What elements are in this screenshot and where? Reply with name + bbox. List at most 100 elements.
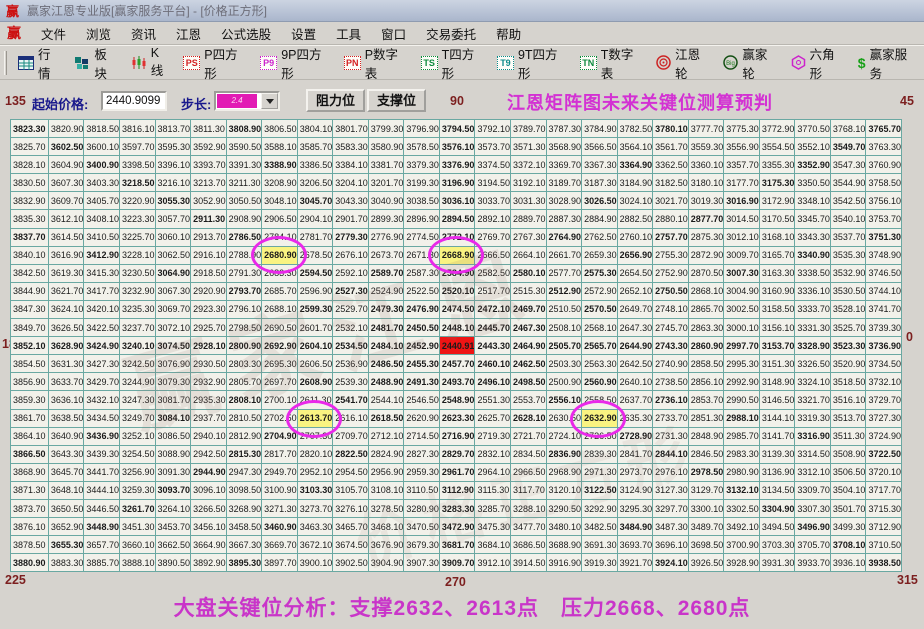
matrix-cell: 3105.70 [333,481,369,499]
matrix-cell: 3336.10 [795,282,831,300]
matrix-cell: 2637.70 [617,391,653,409]
matrix-cell: 3093.70 [155,481,191,499]
matrix-cell: 3770.50 [795,120,831,138]
toolbar-item-sectors[interactable]: 板块 [68,40,122,86]
control-bar: 135 起始价格: 步长: 2.4 阻力位 支撑位 90 江恩矩阵图未来关键位测… [0,81,924,118]
matrix-cell: 2786.50 [226,228,262,246]
toolbar-item-9p-square[interactable]: P99P四方形 [254,40,336,86]
matrix-cell: 3465.70 [333,518,369,536]
toolbar-item-p-table[interactable]: PNP数字表 [338,40,413,86]
matrix-cell: 3388.90 [262,156,298,174]
matrix-cell: 3420.10 [84,300,120,318]
matrix-cell: 3883.30 [48,554,84,572]
matrix-cell: 3451.30 [119,518,155,536]
matrix-cell: 3688.90 [546,536,582,554]
matrix-cell: 3652.90 [48,518,84,536]
matrix-cell: 3432.10 [84,391,120,409]
matrix-cell: 3256.90 [119,463,155,481]
matrix-cell: 2584.90 [439,264,475,282]
matrix-cell: 3696.10 [653,536,689,554]
matrix-cell: 3861.70 [11,409,49,427]
matrix-cell: 3170.50 [759,210,795,228]
toolbar-item-winner-service[interactable]: $赢家服务 [852,40,922,86]
toolbar-item-hexagon[interactable]: 六角形 [785,40,850,86]
matrix-cell: 2796.10 [226,300,262,318]
toolbar-item-gann-wheel[interactable]: 江恩轮 [650,40,715,86]
matrix-cell: 3511.30 [830,427,866,445]
combo-dropdown-button[interactable] [261,93,278,109]
angle-label-45: 45 [900,94,914,108]
matrix-cell: 3400.90 [84,156,120,174]
matrix-cell: 3024.10 [617,192,653,210]
toolbar-item-p-square[interactable]: PSP四方形 [177,40,252,86]
matrix-cell: 3314.50 [795,445,831,463]
matrix-cell: 3108.10 [368,481,404,499]
matrix-cell: 3489.70 [688,518,724,536]
matrix-cell: 3732.10 [866,373,902,391]
matrix-cell: 3801.70 [333,120,369,138]
support-button[interactable]: 支撑位 [367,89,426,112]
toolbar: 行情板块K线PSP四方形P99P四方形PNP数字表TST四方形T99T四方形TN… [0,45,924,80]
toolbar-item-winner-wheel[interactable]: Big赢家轮 [717,40,782,86]
step-combobox[interactable]: 2.4 [214,91,280,111]
matrix-cell: 2822.50 [333,445,369,463]
matrix-cell: 2973.70 [617,463,653,481]
matrix-cell: 2875.30 [688,228,724,246]
resistance-button[interactable]: 阻力位 [306,89,365,112]
matrix-cell: 3120.10 [546,481,582,499]
matrix-cell: 3002.50 [724,300,760,318]
matrix-cell: 2853.70 [688,391,724,409]
matrix-cell: 3693.70 [617,536,653,554]
matrix-cell: 3134.50 [759,481,795,499]
matrix-cell: 2976.10 [653,463,689,481]
matrix-cell: 3405.70 [84,192,120,210]
toolbar-item-9t-square[interactable]: T99T四方形 [491,40,572,86]
matrix-cell: 2589.70 [368,264,404,282]
candlestick-icon [131,56,147,70]
matrix-cell: 2575.30 [582,264,618,282]
matrix-cell: 2798.50 [226,319,262,337]
matrix-cell: 3684.10 [475,536,511,554]
matrix-cell: 2654.50 [617,264,653,282]
matrix-cell: 2805.70 [226,373,262,391]
matrix-cell: 2596.90 [297,282,333,300]
matrix-cell: 3300.10 [688,499,724,517]
start-price-input[interactable] [101,91,167,111]
matrix-cell: 3012.10 [724,228,760,246]
matrix-cell: 3110.50 [404,481,440,499]
matrix-cell: 2472.10 [475,300,511,318]
matrix-cell: 3340.90 [795,246,831,264]
matrix-cell: 3602.50 [48,138,84,156]
matrix-cell: 3160.90 [759,282,795,300]
matrix-cell: 2546.50 [404,391,440,409]
matrix-cell: 3782.50 [617,120,653,138]
toolbar-item-kline[interactable]: K线 [125,42,175,83]
matrix-cell: 3463.30 [297,518,333,536]
matrix-cell: 2493.70 [439,373,475,391]
matrix-cell: 2880.10 [653,210,689,228]
matrix-cell: 3936.10 [830,554,866,572]
matrix-cell: 3242.50 [119,355,155,373]
toolbar-item-t-table[interactable]: TNT数字表 [574,40,648,86]
matrix-cell: 2856.10 [688,373,724,391]
matrix-cell: 2440.91 [439,337,475,355]
matrix-cell: 3792.10 [475,120,511,138]
matrix-cell: 3278.50 [368,499,404,517]
matrix-cell: 2997.70 [724,337,760,355]
matrix-cell: 3614.50 [48,228,84,246]
matrix-cell: 3040.90 [368,192,404,210]
matrix-cell: 3664.90 [191,536,227,554]
matrix-cell: 2767.30 [510,228,546,246]
matrix-cell: 3468.10 [368,518,404,536]
matrix-cell: 3249.70 [119,409,155,427]
matrix-cell: 3235.30 [119,300,155,318]
toolbar-item-quotes[interactable]: 行情 [12,40,66,86]
matrix-cell: 2659.30 [582,246,618,264]
toolbar-item-t-square[interactable]: TST四方形 [415,40,489,86]
matrix-cell: 3086.50 [155,427,191,445]
matrix-cell: 3715.30 [866,499,902,517]
matrix-cell: 3542.50 [830,192,866,210]
matrix-cell: 2899.30 [368,210,404,228]
9p-square-badge-icon: P9 [260,56,277,70]
matrix-cell: 3528.10 [830,300,866,318]
